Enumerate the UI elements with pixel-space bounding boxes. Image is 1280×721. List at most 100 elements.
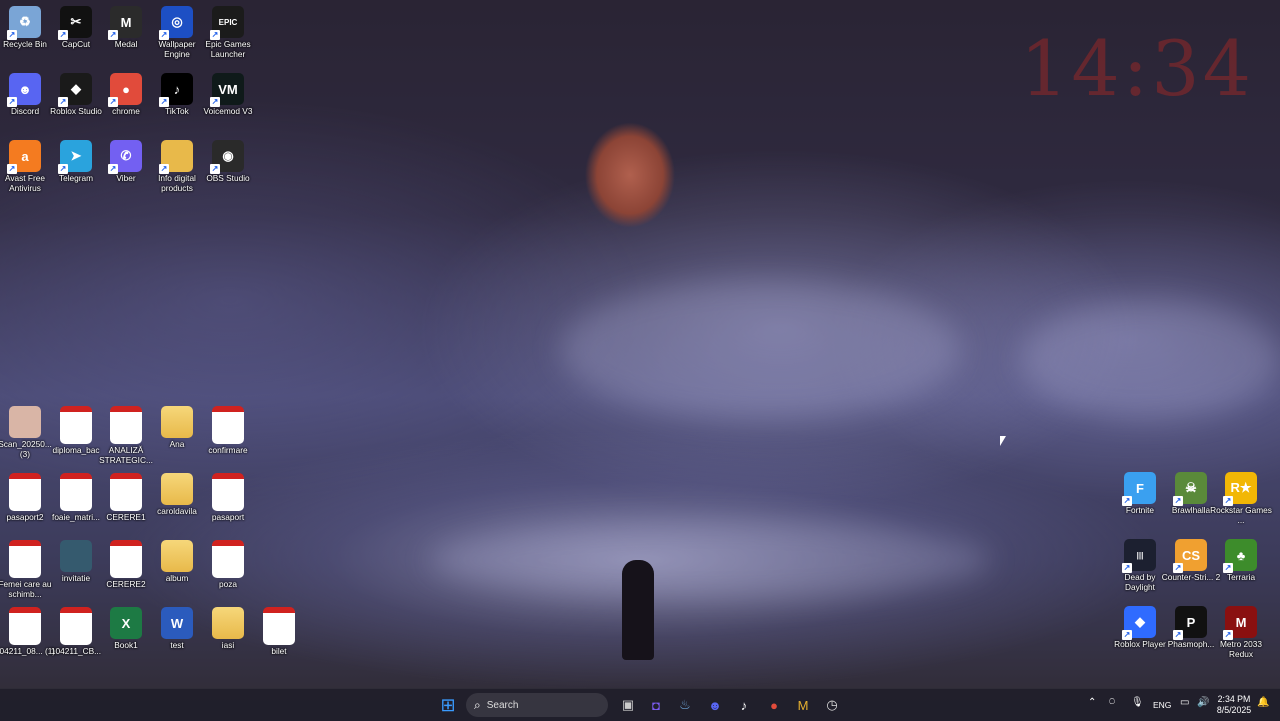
desktop-shortcut[interactable]: PDF diploma_bac — [51, 406, 101, 456]
desktop-shortcut[interactable]: PPhasmoph... — [1166, 606, 1216, 650]
desktop-shortcut[interactable]: VMVoicemod V3 — [203, 73, 253, 117]
desktop-shortcut[interactable]: ♪TikTok — [152, 73, 202, 117]
desktop-shortcut[interactable]: MMetro 2033 Redux — [1216, 606, 1266, 659]
desktop-clock-widget: 14:34 — [1019, 24, 1254, 113]
folder-icon — [161, 540, 193, 572]
desktop-shortcut[interactable]: PDF 104211_CB... — [51, 607, 101, 657]
pdf-file-icon: PDF — [212, 540, 244, 578]
desktop-shortcut[interactable]: PDF poza — [203, 540, 253, 590]
desktop-shortcut[interactable]: ●chrome — [101, 73, 151, 117]
volume-icon[interactable]: 🔊 — [1197, 697, 1209, 708]
terraria-icon: ♣ — [1223, 539, 1257, 573]
desktop-shortcut[interactable]: ♻Recycle Bin — [0, 6, 50, 50]
epic-games-icon: EPIC — [210, 6, 244, 40]
desktop-shortcut[interactable]: Ana — [152, 406, 202, 450]
steam-icon[interactable]: ♨ — [675, 695, 695, 715]
desktop-shortcut[interactable]: ♣Terraria — [1216, 539, 1266, 583]
desktop-shortcut[interactable]: ✂CapCut — [51, 6, 101, 50]
power-tray-icon[interactable]: ⍥ — [1109, 697, 1115, 708]
desktop-shortcut-label: bilet — [271, 646, 287, 656]
desktop-shortcut[interactable]: Wtest — [152, 607, 202, 651]
desktop-shortcut[interactable]: PDF foaie_matri... — [51, 473, 101, 523]
pdf-file-icon: PDF — [110, 540, 142, 578]
desktop-shortcut[interactable]: FFortnite — [1115, 472, 1165, 516]
network-icon[interactable]: ▭ — [1180, 697, 1189, 708]
chrome-taskbar-icon[interactable]: ● — [764, 695, 784, 715]
brawlhalla-icon: ☠ — [1173, 472, 1207, 506]
medal-icon: M — [108, 6, 142, 40]
desktop-shortcut[interactable]: album — [152, 540, 202, 584]
tiktok-taskbar-icon[interactable]: ♪ — [734, 695, 754, 715]
desktop-shortcut[interactable]: X Book1 — [101, 607, 151, 651]
mouse-cursor — [1000, 436, 1006, 446]
desktop-shortcut[interactable]: R★Rockstar Games ... — [1210, 472, 1272, 525]
desktop-shortcut[interactable]: MMedal — [101, 6, 151, 50]
desktop-shortcut[interactable]: EPICEpic Games Launcher — [203, 6, 253, 59]
pdf-file-icon: PDF — [9, 540, 41, 578]
desktop-shortcut[interactable]: caroldavila — [152, 473, 202, 517]
wallpaper-engine-icon: ◎ — [159, 6, 193, 40]
pdf-file-icon: PDF — [212, 406, 244, 444]
medal-taskbar-icon[interactable]: M — [793, 695, 813, 715]
desktop-shortcut[interactable]: PDF confirmare — [203, 406, 253, 456]
desktop-shortcut[interactable]: iasi — [203, 607, 253, 651]
pdf-file-icon: PDF — [60, 406, 92, 444]
language-indicator[interactable]: ENG — [1153, 700, 1171, 710]
desktop-shortcut[interactable]: Scan_20250... (3) — [0, 406, 52, 459]
desktop-shortcut[interactable]: Info digital products — [152, 140, 202, 193]
desktop-shortcut-label: Terraria — [1226, 572, 1256, 582]
desktop-shortcut[interactable]: PDF CERERE1 — [101, 473, 151, 523]
capcut-icon: ✂ — [58, 6, 92, 40]
pdf-file-icon: PDF — [60, 473, 92, 511]
desktop-shortcut-label: poza — [219, 579, 237, 589]
desktop-shortcut[interactable]: ☻Discord — [0, 73, 50, 117]
search-placeholder: Search — [486, 699, 519, 711]
task-view-icon[interactable]: ▣ — [618, 695, 638, 715]
chevron-up-icon[interactable]: ⌃ — [1088, 697, 1096, 708]
discord-taskbar-icon[interactable]: ☻ — [705, 695, 725, 715]
roblox-player-icon: ◆ — [1122, 606, 1156, 640]
viber-icon: ✆ — [108, 140, 142, 174]
desktop-shortcut[interactable]: PDF pasaport2 — [0, 473, 50, 523]
word-file-icon: W — [161, 607, 193, 639]
taskbar: ⊞ ▣ ◘ ♨ ☻ ♪ ● M ◷ ⌕ Search ⌃ ⍥ 🎙 ENG ▭ 🔊 2:34 PM… — [0, 688, 1280, 721]
desktop-shortcut[interactable]: ➤Telegram — [51, 140, 101, 184]
folder-icon — [161, 473, 193, 505]
start-icon[interactable]: ⊞ — [438, 695, 458, 715]
desktop-shortcut[interactable]: PDF CERERE2 — [101, 540, 151, 590]
desktop-shortcut[interactable]: ◎Wallpaper Engine — [152, 6, 202, 59]
obs-studio-icon: ◉ — [210, 140, 244, 174]
pdf-file-icon: PDF — [110, 406, 142, 444]
image-file-icon — [9, 406, 41, 438]
teams-icon[interactable]: ◘ — [646, 695, 666, 715]
taskbar-search[interactable]: ⌕ Search — [466, 693, 608, 717]
desktop-shortcut[interactable]: PDF Femei care au schimb... — [0, 540, 52, 599]
desktop-shortcut[interactable]: |||Dead by Daylight — [1115, 539, 1165, 592]
desktop-shortcut[interactable]: aAvast Free Antivirus — [0, 140, 50, 193]
desktop-shortcut[interactable]: CSCounter-Stri... 2 — [1162, 539, 1220, 583]
avast-icon: a — [7, 140, 41, 174]
desktop-shortcut[interactable]: invitatie — [51, 540, 101, 584]
clock-app-icon[interactable]: ◷ — [822, 695, 842, 715]
folder-icon — [161, 406, 193, 438]
desktop-shortcut[interactable]: ◆Roblox Studio — [50, 73, 102, 117]
notification-bell-icon[interactable]: 🔔 — [1257, 697, 1269, 708]
desktop-shortcut[interactable]: ✆Viber — [101, 140, 151, 184]
voicemod-icon: VM — [210, 73, 244, 107]
desktop-shortcut-label: Rockstar Games ... — [1210, 505, 1272, 525]
desktop-shortcut[interactable]: PDF pasaport — [203, 473, 253, 523]
pdf-file-icon: PDF — [9, 607, 41, 645]
taskbar-clock[interactable]: 2:34 PM 8/5/2025 — [1214, 694, 1254, 716]
desktop-shortcut[interactable]: PDF bilet — [254, 607, 304, 657]
desktop-shortcut[interactable]: ◆Roblox Player — [1114, 606, 1166, 650]
desktop-shortcut[interactable]: PDF 104211_08... (1) — [0, 607, 55, 657]
desktop-shortcut[interactable]: ☠Brawlhalla — [1166, 472, 1216, 516]
desktop-shortcut[interactable]: ◉OBS Studio — [203, 140, 253, 184]
pdf-file-icon: PDF — [110, 473, 142, 511]
microphone-icon[interactable]: 🎙 — [1131, 697, 1144, 708]
roblox-studio-icon: ◆ — [58, 73, 92, 107]
desktop-shortcut-label: OBS Studio — [206, 173, 250, 183]
desktop-shortcut[interactable]: PDF ANALIZĂ STRATEGIC... — [99, 406, 153, 465]
tiktok-icon: ♪ — [159, 73, 193, 107]
taskbar-time: 2:34 PM — [1217, 694, 1251, 704]
